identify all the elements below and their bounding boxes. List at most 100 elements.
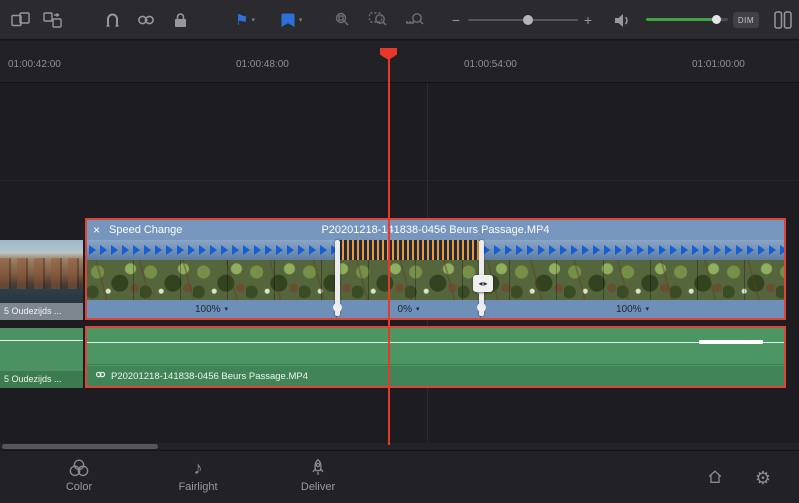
trim-left-arrow-icon: ◂: [478, 279, 483, 288]
retime-handle-grip[interactable]: [477, 303, 486, 312]
retime-handle[interactable]: [333, 240, 342, 316]
clip-name-label: 5 Oudezijds ...: [0, 303, 83, 320]
snapping-magnet-icon: [102, 10, 122, 30]
playhead-line[interactable]: [388, 48, 390, 445]
speed-value: 0%: [397, 303, 412, 315]
timeline-area[interactable]: 5 Oudezijds ... × P20201218-141838-0456 …: [0, 83, 799, 450]
panel-toggle-button[interactable]: [770, 8, 796, 32]
marker-dropdown-chevron-icon[interactable]: ▾: [299, 16, 303, 24]
split-clip-icon: [10, 10, 32, 30]
plus-icon: +: [583, 12, 593, 28]
audio-monitor-button[interactable]: [610, 8, 634, 32]
video-thumbnail: [0, 240, 83, 303]
gear-icon: ⚙: [754, 467, 772, 488]
custom-zoom-icon: [404, 10, 426, 30]
timeline-zoom-slider[interactable]: [468, 15, 578, 25]
timecode-label: 01:00:54:00: [464, 59, 517, 70]
split-clip-button[interactable]: [8, 8, 34, 32]
speed-segment[interactable]: 0% ▾: [337, 300, 481, 318]
timecode-label: 01:00:42:00: [8, 59, 61, 70]
speed-segment[interactable]: 100% ▾: [481, 300, 784, 318]
flag-icon: ⚑: [235, 12, 249, 29]
page-navigation-bar: Color ♪ Fairlight Deliver ⚙: [0, 450, 799, 503]
marker-icon: [280, 11, 296, 29]
retime-arrows-left: [87, 240, 337, 260]
volume-slider-handle[interactable]: [712, 15, 721, 24]
zoom-in-button[interactable]: +: [580, 8, 596, 32]
filmstrip-frame-lines: [87, 260, 784, 300]
music-note-icon: ♪: [193, 457, 203, 478]
lock-icon: [169, 10, 191, 30]
timecode-label: 01:01:00:00: [692, 59, 745, 70]
project-settings-button[interactable]: ⚙: [750, 465, 776, 491]
hscrollbar-thumb[interactable]: [2, 444, 158, 449]
speed-dropdown-icon[interactable]: ▾: [646, 305, 650, 313]
speed-change-title: Speed Change: [109, 224, 183, 236]
audio-clip-label-bar: P20201218-141838-0456 Beurs Passage.MP4: [87, 366, 784, 386]
zoom-out-button[interactable]: −: [448, 8, 464, 32]
home-icon: [706, 468, 724, 488]
speed-value: 100%: [194, 303, 221, 315]
selected-video-clip[interactable]: × P20201218-141838-0456 Beurs Passage.MP…: [85, 218, 786, 320]
color-page-icon: [68, 457, 90, 479]
minus-icon: −: [451, 12, 461, 28]
speed-value: 100%: [615, 303, 642, 315]
retime-trim-cursor: ◂ ▸: [473, 275, 493, 292]
audio-waveform-line: [87, 342, 784, 343]
timecode-label: 01:00:48:00: [236, 59, 289, 70]
position-lock-button[interactable]: [168, 8, 192, 32]
speed-dropdown-icon[interactable]: ▾: [416, 305, 420, 313]
speed-change-clip-name: P20201218-141838-0456 Beurs Passage.MP4: [321, 224, 550, 236]
page-label: Deliver: [300, 481, 336, 493]
page-tab-fairlight[interactable]: ♪ Fairlight: [162, 457, 234, 494]
zoom-slider-handle[interactable]: [523, 15, 533, 25]
retime-handle-grip[interactable]: [333, 303, 342, 312]
timeline-ruler[interactable]: 01:00:42:00 01:00:48:00 01:00:54:00 01:0…: [0, 41, 799, 83]
track-divider: [0, 180, 799, 181]
detail-zoom-icon: [368, 10, 390, 30]
thumbnail-detail: [0, 257, 83, 290]
page-label: Color: [65, 481, 93, 493]
audio-waveform-line: [0, 340, 83, 341]
trim-right-arrow-icon: ▸: [483, 279, 488, 288]
monitor-volume-slider[interactable]: [646, 15, 728, 24]
linked-selection-button[interactable]: [134, 8, 158, 32]
retime-control-strip[interactable]: [87, 240, 784, 260]
audio-waveform-peak: [699, 340, 763, 344]
speed-dropdown-icon[interactable]: ▾: [225, 305, 229, 313]
speed-segments-bar: 100% ▾ 0% ▾ 100% ▾: [87, 300, 784, 318]
panel-toggle-icon: [772, 9, 794, 31]
selected-audio-clip[interactable]: P20201218-141838-0456 Beurs Passage.MP4: [85, 326, 786, 388]
add-marker-button[interactable]: ▾: [272, 8, 310, 32]
timeline-hscrollbar[interactable]: [0, 443, 799, 450]
link-chain-icon: [135, 10, 157, 30]
timeline-toolbar: ⚑ ▾ ▾ − + DIM: [0, 0, 799, 40]
page-tab-deliver[interactable]: Deliver: [282, 457, 354, 493]
retime-slow-region[interactable]: [337, 240, 481, 260]
page-tab-color[interactable]: Color: [43, 457, 115, 493]
add-flag-button[interactable]: ⚑ ▾: [226, 8, 264, 32]
speed-change-header[interactable]: × P20201218-141838-0456 Beurs Passage.MP…: [87, 220, 784, 240]
fairlight-page-icon: ♪: [194, 457, 203, 479]
full-extent-zoom-icon: [332, 10, 354, 30]
page-label: Fairlight: [178, 481, 218, 493]
swap-clip-button[interactable]: [40, 8, 66, 32]
full-extent-zoom-button[interactable]: [330, 8, 356, 32]
detail-zoom-button[interactable]: [366, 8, 392, 32]
resolve-edit-page: ⚑ ▾ ▾ − + DIM 01:00:42:00 01:00:48:00 01…: [0, 0, 799, 503]
snapping-button[interactable]: [100, 8, 124, 32]
audio-clip-left[interactable]: 5 Oudezijds ...: [0, 328, 83, 388]
audio-clip-name: P20201218-141838-0456 Beurs Passage.MP4: [111, 370, 309, 382]
dim-audio-button[interactable]: DIM: [733, 12, 759, 28]
swap-clip-icon: [42, 10, 64, 30]
flag-dropdown-chevron-icon[interactable]: ▾: [251, 16, 255, 24]
speaker-icon: [612, 10, 632, 30]
audio-link-icon: [95, 369, 106, 383]
video-clip-left[interactable]: 5 Oudezijds ...: [0, 240, 83, 320]
audio-baseline: [87, 364, 784, 365]
speed-segment[interactable]: 100% ▾: [87, 300, 337, 318]
monitor-volume-fill: [646, 18, 716, 21]
audio-waveform-area: [87, 328, 784, 366]
home-button[interactable]: [702, 465, 728, 491]
custom-zoom-button[interactable]: [402, 8, 428, 32]
